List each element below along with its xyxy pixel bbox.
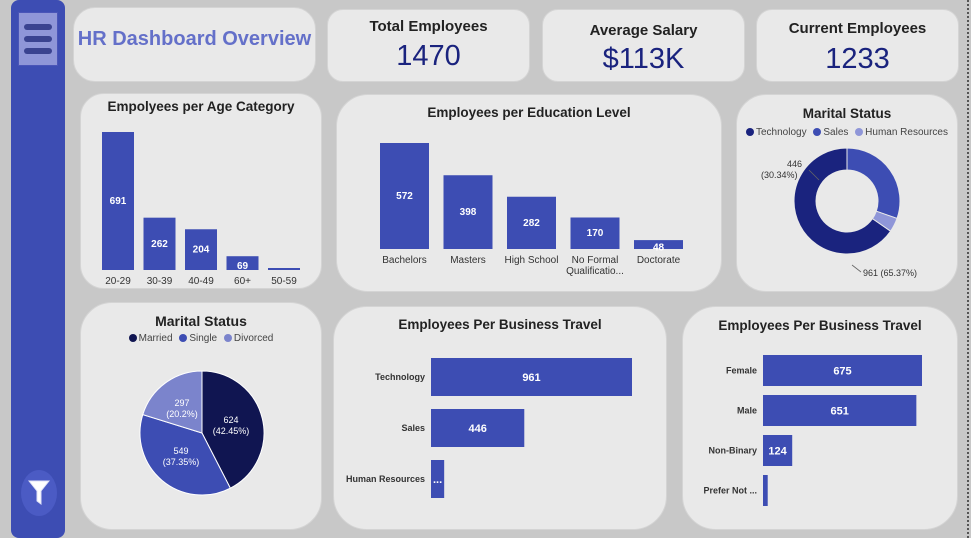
page-title: HR Dashboard Overview <box>77 28 312 50</box>
tick-label: Female <box>726 366 757 376</box>
data-label: ... <box>433 474 442 486</box>
marital-pie-chart: 624(42.45%) 549(37.35%) 297(20.2%) <box>139 370 265 496</box>
kpi-card-current-employees: Current Employees 1233 <box>756 9 959 82</box>
tick-label: Prefer Not ... <box>703 486 757 496</box>
slice-label: (37.35%) <box>163 457 200 467</box>
department-donut-chart: 446(30.34%) 961 (65.37%) <box>761 147 917 278</box>
tick-label: 40-49 <box>188 276 214 287</box>
kpi-title: Current Employees <box>788 20 927 37</box>
data-label: 398 <box>460 207 477 218</box>
sidebar <box>11 0 65 538</box>
education-level-card: Employees per Education Level 572 Bachelo… <box>336 94 722 292</box>
data-label: 691 <box>110 196 127 207</box>
marital-pie-card: Marital Status Married Single Divorced 6… <box>80 302 322 530</box>
slice-label: (30.34%) <box>761 170 798 180</box>
slice-label: 297 <box>174 398 189 408</box>
tick-label: 60+ <box>234 276 251 287</box>
tick-label: 50-59 <box>271 276 297 287</box>
data-label: 572 <box>396 191 413 202</box>
kpi-card-total-employees: Total Employees 1470 <box>327 9 530 82</box>
bar[interactable] <box>268 268 300 270</box>
tick-label: Human Resources <box>346 474 425 484</box>
tick-label: Masters <box>450 255 486 266</box>
tick-label: Sales <box>401 423 425 433</box>
kpi-value: 1233 <box>825 43 890 75</box>
business-travel-gender-card: Employees Per Business Travel Female 675 M… <box>682 306 958 530</box>
data-label: 124 <box>768 446 787 458</box>
business-travel-department-card: Employees Per Business Travel Technology… <box>333 306 667 530</box>
bar[interactable] <box>763 475 768 506</box>
data-label: 446 <box>468 423 486 435</box>
tick-label: 30-39 <box>147 276 173 287</box>
kpi-value: 1470 <box>396 40 461 72</box>
business-travel-department-chart: Technology 961 Sales 446 Human Resources... <box>346 358 632 498</box>
slice-label: (42.45%) <box>213 426 250 436</box>
kpi-title: Average Salary <box>589 22 698 39</box>
data-label: 204 <box>193 245 210 256</box>
tick-label: 20-29 <box>105 276 131 287</box>
slice-label: 624 <box>223 415 238 425</box>
data-label: 675 <box>833 366 851 378</box>
data-label: 48 <box>653 243 665 254</box>
slice-label: (20.2%) <box>166 409 198 419</box>
data-label: 170 <box>587 228 604 239</box>
leader-line <box>851 264 862 273</box>
tick-label: Male <box>737 406 757 416</box>
page-border <box>966 0 969 538</box>
age-category-card: Empolyees per Age Category 691 20-29 262 30… <box>80 93 322 289</box>
slice-label: 446 <box>787 159 802 169</box>
kpi-value: $113K <box>602 43 685 75</box>
slice-label: 549 <box>173 446 188 456</box>
filter-icon[interactable] <box>21 470 57 516</box>
tick-label: No Formal <box>572 255 619 266</box>
education-level-chart: 572 Bachelors 398 Masters 282 High School 170 N… <box>380 143 683 277</box>
tick-label: Qualificatio... <box>566 266 624 277</box>
data-label: 69 <box>237 261 249 272</box>
tick-label: Non-Binary <box>708 446 757 456</box>
data-label: 282 <box>523 218 540 229</box>
data-label: 262 <box>151 239 168 250</box>
header-card: HR Dashboard Overview <box>73 7 316 82</box>
tick-label: High School <box>505 255 559 266</box>
kpi-title: Total Employees <box>369 18 488 35</box>
donut-slice[interactable] <box>846 147 901 220</box>
tick-label: Technology <box>375 372 425 382</box>
age-category-chart: 691 20-29 262 30-39 204 40-49 69 60+ 50-59 <box>102 132 300 287</box>
kpi-card-average-salary: Average Salary $113K <box>542 9 745 82</box>
data-label: 961 <box>522 372 540 384</box>
business-travel-gender-chart: Female 675 Male 651 Non-Binary 124 Prefer Not … <box>703 355 922 506</box>
tick-label: Doctorate <box>637 255 681 266</box>
slice-label: 961 (65.37%) <box>863 268 917 278</box>
data-label: 651 <box>830 406 848 418</box>
hamburger-icon[interactable] <box>18 12 58 66</box>
department-donut-card: Marital Status Technology Sales Human Re… <box>736 94 958 292</box>
tick-label: Bachelors <box>382 255 426 266</box>
